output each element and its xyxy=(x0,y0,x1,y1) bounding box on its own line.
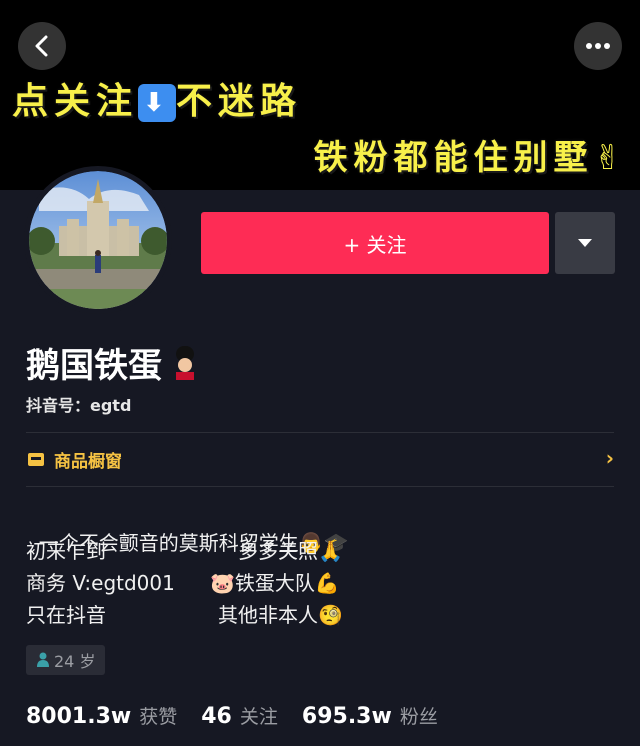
bio-line-2-left: 初来乍到 xyxy=(26,539,106,563)
guardsman-emoji-icon xyxy=(176,345,194,380)
caret-down-icon xyxy=(578,239,592,247)
chevron-right-icon: › xyxy=(605,446,614,470)
age-label: 24 岁 xyxy=(54,652,96,671)
age-badge: 24 岁 xyxy=(26,645,106,675)
avatar-photo xyxy=(29,171,167,309)
bio-line-4-left: 只在抖音 xyxy=(26,603,106,627)
bio-line-2-right-text: 多多关照 xyxy=(238,539,318,563)
profile-stats: 8001.3w 获赞 46 关注 695.3w 粉丝 xyxy=(26,702,454,729)
flexed-bicep-emoji-icon: 💪 xyxy=(314,571,340,595)
person-icon xyxy=(37,652,49,667)
back-button[interactable] xyxy=(18,22,66,70)
following-label[interactable]: 关注 xyxy=(240,702,278,729)
follow-options-button[interactable] xyxy=(555,212,615,274)
divider xyxy=(26,432,614,433)
divider xyxy=(26,486,614,487)
folded-hands-emoji-icon: 🙏 xyxy=(318,539,343,563)
profile-banner: 点关注 ⬇ 不迷路 铁粉都能住别墅✌ xyxy=(0,0,640,190)
nickname-row: 鹅国铁蛋 xyxy=(26,338,200,387)
down-arrow-emoji-icon: ⬇ xyxy=(138,84,177,122)
pig-emoji-icon: 🐷 xyxy=(210,571,235,595)
victory-hand-emoji-icon: ✌ xyxy=(593,138,628,178)
banner-line1-suffix: 不迷路 xyxy=(176,81,303,122)
more-dots-icon xyxy=(586,43,610,49)
shop-window-label: 商品橱窗 xyxy=(54,451,122,472)
following-count[interactable]: 46 xyxy=(201,704,232,729)
nickname: 鹅国铁蛋 xyxy=(26,346,162,386)
fans-count[interactable]: 695.3w xyxy=(302,704,392,729)
shop-icon xyxy=(28,453,44,466)
banner-line2-text: 铁粉都能住别墅 xyxy=(313,138,594,178)
bio-line-3-right: 🐷铁蛋大队💪 xyxy=(210,567,340,596)
bio-line-4-right-text: 其他非本人 xyxy=(218,603,318,627)
fans-label[interactable]: 粉丝 xyxy=(400,702,438,729)
monocle-face-emoji-icon: 🧐 xyxy=(318,603,343,627)
banner-line1-text: 点关注 xyxy=(12,81,139,122)
shop-window-row[interactable]: 商品橱窗 › xyxy=(26,444,614,474)
likes-label: 获赞 xyxy=(139,706,178,728)
douyin-id: 抖音号：egtd xyxy=(26,396,132,415)
avatar[interactable] xyxy=(24,166,172,314)
follow-button[interactable]: + 关注 xyxy=(201,212,549,274)
bio-line-3-right-text: 铁蛋大队 xyxy=(234,571,315,595)
chevron-left-icon xyxy=(35,35,48,57)
banner-text-line1: 点关注 ⬇ 不迷路 xyxy=(12,72,302,124)
banner-text-line2: 铁粉都能住别墅✌ xyxy=(314,130,629,179)
likes-count: 8001.3w xyxy=(26,704,132,729)
bio-line-4-right: 其他非本人🧐 xyxy=(218,599,343,628)
more-button[interactable] xyxy=(574,22,622,70)
bio-line-3-left: 商务 V:egtd001 xyxy=(26,571,175,595)
bio-line-2-right: 多多关照🙏 xyxy=(238,535,343,564)
